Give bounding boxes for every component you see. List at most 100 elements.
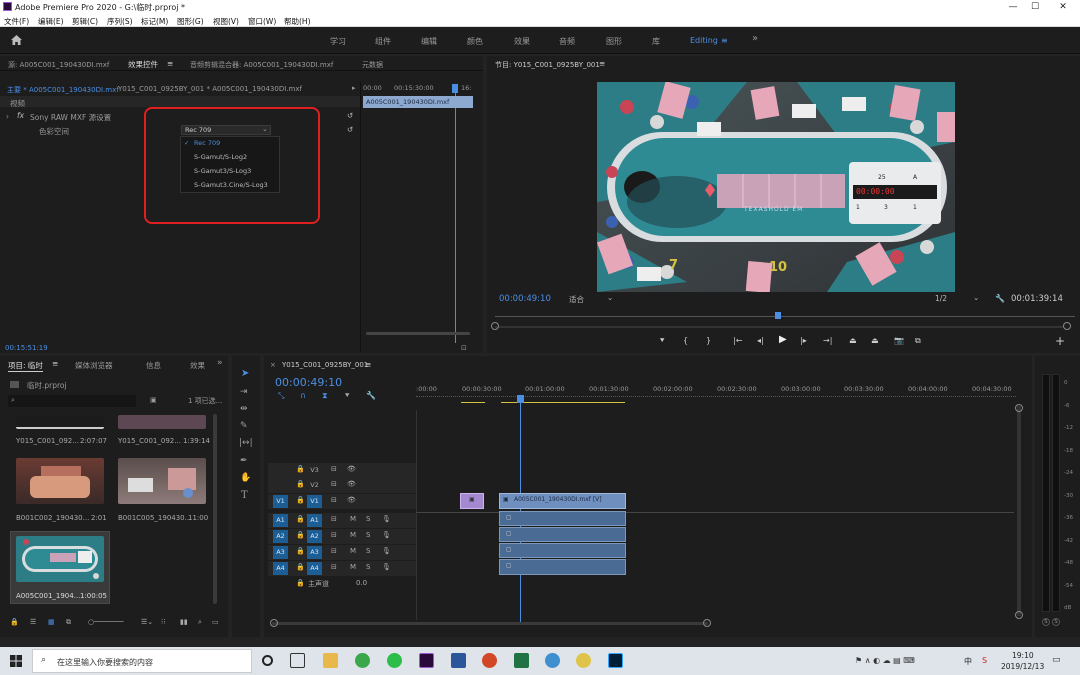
tray-icons[interactable]: ⚑ ∧ ◐ ☁ ▤ ⌨ [855,656,915,665]
compare-icon[interactable]: ⧉ [915,336,921,346]
vscroll-handle-top[interactable] [1015,404,1023,412]
ec-timecode[interactable]: 00:15:51:19 [5,344,48,352]
lock-icon[interactable]: 🔒 [296,531,305,539]
extract-icon[interactable]: ⏏ [871,336,879,345]
goto-in-icon[interactable]: |← [733,336,742,345]
eye-icon[interactable]: 👁 [347,496,356,504]
track-target-a1[interactable]: A1 [307,514,322,527]
effects-tab[interactable]: 效果 [190,360,205,371]
lock-icon[interactable]: 🔒 [296,515,305,523]
timeline-menu-icon[interactable]: ≡ [365,360,371,369]
meter-solo-right[interactable]: S [1052,618,1060,626]
track-target-a4[interactable]: A4 [307,562,322,575]
sequence-clip-label[interactable]: Y015_C001_0925BY_001 * A005C001_190430DI… [118,85,302,93]
info-tab[interactable]: 信息 [146,360,161,371]
adjustment-clip[interactable]: ▣ [460,493,484,509]
mute-button[interactable]: M [350,563,356,571]
sync-lock-icon[interactable]: ⊟ [331,547,337,555]
menu-edit[interactable]: 编辑(E) [38,16,64,27]
premiere-icon[interactable] [419,653,434,668]
mark-out-icon[interactable]: } [706,336,711,345]
track-target-v2[interactable]: V2 [307,479,322,492]
menu-file[interactable]: 文件(F) [4,16,29,27]
task-view-icon[interactable] [290,653,305,668]
source-patch-a3[interactable]: A3 [273,546,288,559]
sync-lock-icon[interactable]: ⊟ [331,496,337,504]
sync-lock-icon[interactable]: ⊟ [331,531,337,539]
workspace-tab-color[interactable]: 颜色 [467,36,483,47]
eye-icon[interactable]: 👁 [347,465,356,473]
tab-menu-icon[interactable]: ≡ [167,59,173,68]
menu-clip[interactable]: 剪辑(C) [72,16,98,27]
workspace-tab-graphics[interactable]: 图形 [606,36,622,47]
lock-icon[interactable]: 🔒 [296,579,305,587]
goto-out-icon[interactable]: →| [823,336,832,345]
mini-scrollbar[interactable] [366,332,470,335]
notification-icon[interactable]: ▭ [1052,655,1061,665]
mute-button[interactable]: M [350,531,356,539]
thumb-a005c001[interactable] [16,536,104,582]
export-frame-icon[interactable]: 📷 [894,336,904,345]
sync-lock-icon[interactable]: ⊟ [331,465,337,473]
cortana-icon[interactable] [262,655,273,666]
wrench-icon[interactable]: 🔧 [995,294,1005,303]
solo-button[interactable]: S [366,563,370,571]
vscroll-handle-bottom[interactable] [1015,611,1023,619]
wechat-icon[interactable] [387,653,402,668]
automate-icon[interactable]: ⁝⁝ [161,618,165,626]
resolution-dropdown[interactable]: 1/2 ⌄ [935,293,985,304]
timeline-vscroll[interactable] [1017,406,1021,616]
explorer-icon[interactable] [323,653,338,668]
meter-solo-left[interactable]: S [1042,618,1050,626]
snap-icon[interactable]: ∩ [300,391,306,400]
menu-help[interactable]: 帮助(H) [284,16,311,27]
workspace-more-button[interactable]: » [752,33,758,44]
marker-icon[interactable]: ⯆ [659,336,665,346]
workspace-tab-learn[interactable]: 学习 [330,36,346,47]
program-title[interactable]: 节目: Y015_C001_0925BY_001 [495,60,600,70]
track-target-a2[interactable]: A2 [307,530,322,543]
source-patch-a2[interactable]: A2 [273,530,288,543]
app-icon[interactable] [545,653,560,668]
menu-view[interactable]: 视图(V) [213,16,239,27]
lock-icon[interactable]: 🔒 [296,547,305,555]
step-forward-icon[interactable]: |▸ [800,336,807,345]
expand-chevron-icon[interactable]: › [6,112,9,121]
eye-icon[interactable]: 👁 [347,480,356,488]
new-item-icon[interactable]: ▭ [212,618,219,626]
close-button[interactable]: ✕ [1040,0,1080,14]
sync-lock-icon[interactable]: ⊟ [331,563,337,571]
workspace-tab-audio[interactable]: 音频 [559,36,575,47]
clock-date[interactable]: 2019/12/13 [1001,662,1044,671]
program-timecode[interactable]: 00:00:49:10 [499,294,551,304]
clock-time[interactable]: 19:10 [1012,651,1034,660]
sort-icon[interactable]: ☰⌄ [141,618,153,626]
sogou-icon[interactable]: S [982,656,987,665]
track-target-a3[interactable]: A3 [307,546,322,559]
thumb-b001c005[interactable] [118,458,206,504]
timeline-hscroll[interactable] [272,622,708,625]
audio-clip-a3[interactable]: ▢ [499,543,626,558]
bin-icon[interactable]: ▮▮ [180,618,188,626]
program-zoom-bar[interactable] [495,326,1063,328]
lock-icon[interactable]: 🔒 [296,480,305,488]
menu-sequence[interactable]: 序列(S) [107,16,133,27]
ime-indicator[interactable]: 中 [964,656,972,667]
audio-clip-a4[interactable]: ▢ [499,559,626,575]
mic-icon[interactable]: 🎙 [382,563,391,571]
mini-playhead[interactable] [452,84,458,93]
razor-icon[interactable]: ✎ [240,421,248,431]
add-button-icon[interactable]: + [1055,334,1065,348]
thumb-y015-a[interactable] [16,415,104,429]
ripple-edit-icon[interactable]: ⇹ [240,404,248,414]
mic-icon[interactable]: 🎙 [382,515,391,523]
word-icon[interactable] [451,653,466,668]
project-more-button[interactable]: » [217,358,223,368]
menu-marker[interactable]: 标记(M) [141,16,168,27]
step-back-icon[interactable]: ◂| [757,336,764,345]
media-browser-tab[interactable]: 媒体浏览器 [75,360,113,371]
photoshop-icon[interactable] [608,653,623,668]
nest-icon[interactable]: ⤡ [278,391,284,401]
timeline-tab[interactable]: Y015_C001_0925BY_001 [282,361,368,369]
home-icon[interactable] [10,34,23,46]
